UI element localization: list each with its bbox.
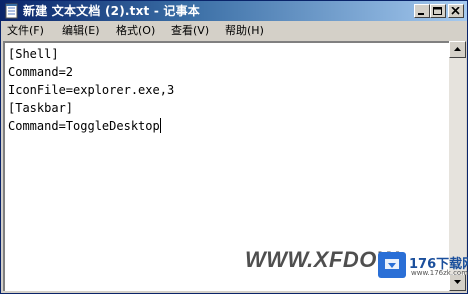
- menu-file[interactable]: 文件(F): [7, 24, 44, 38]
- close-icon: [451, 7, 460, 15]
- watermark-text: WWW.XFDOW: [245, 247, 399, 272]
- menu-bar: 文件(F) 编辑(E) 格式(O) 查看(V) 帮助(H): [1, 21, 467, 41]
- download-logo-icon: [378, 252, 406, 278]
- menu-format[interactable]: 格式(O): [116, 24, 155, 38]
- window-title: 新建 文本文档 (2).txt - 记事本: [23, 4, 200, 18]
- editor-line: IconFile=explorer.exe,3: [8, 83, 175, 97]
- text-caret: [159, 118, 161, 133]
- maximize-button[interactable]: [430, 4, 446, 18]
- arrow-up-icon: [454, 47, 461, 51]
- menu-help[interactable]: 帮助(H): [225, 24, 264, 38]
- editor-line: Command=2: [8, 65, 74, 79]
- maximize-icon: [433, 7, 442, 15]
- watermark-url: www.176zk.com: [411, 269, 468, 277]
- editor-line: Command=ToggleDesktop: [8, 119, 160, 133]
- editor-line: [Taskbar]: [8, 101, 74, 115]
- scroll-up-button[interactable]: [449, 41, 466, 58]
- minimize-icon: [418, 13, 424, 15]
- notepad-icon[interactable]: [4, 3, 20, 19]
- menu-view[interactable]: 查看(V): [171, 24, 209, 38]
- editor-content: [Shell] Command=2 IconFile=explorer.exe,…: [8, 45, 174, 135]
- menu-edit[interactable]: 编辑(E): [62, 24, 100, 38]
- minimize-button[interactable]: [414, 4, 430, 18]
- notepad-window: 新建 文本文档 (2).txt - 记事本 文件(F) 编辑(E) 格式(O) …: [0, 0, 468, 294]
- editor-line: [Shell]: [8, 47, 59, 61]
- arrow-down-icon: [454, 280, 461, 284]
- close-button[interactable]: [448, 4, 464, 18]
- title-bar[interactable]: 新建 文本文档 (2).txt - 记事本: [1, 1, 467, 21]
